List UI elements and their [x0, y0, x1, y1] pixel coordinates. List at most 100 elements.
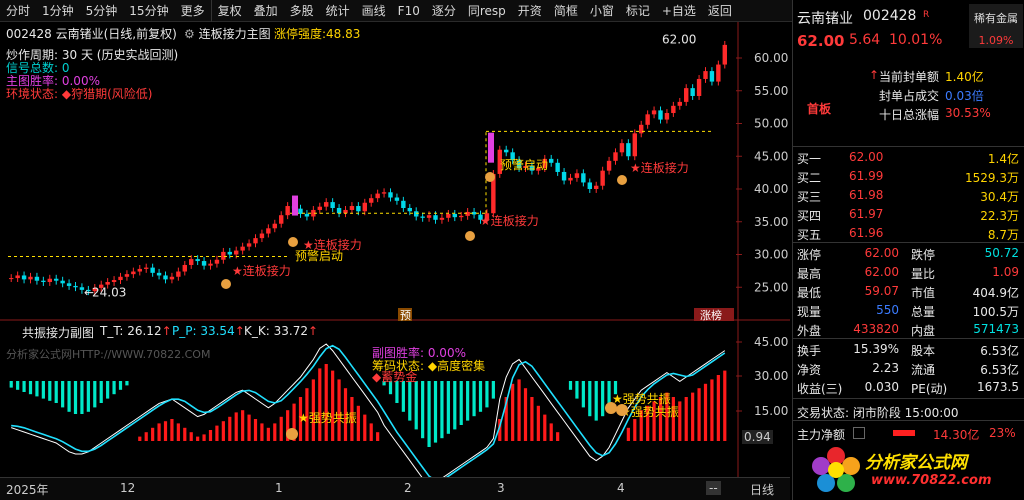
candle-body [632, 133, 637, 157]
flower-logo-icon [812, 447, 860, 492]
price-tick-label: 50.00 [754, 117, 788, 131]
candle-body [201, 261, 207, 266]
toolbar-item[interactable]: 分时 [0, 0, 36, 22]
sub-scale: 0.94 [742, 430, 773, 444]
candle-body [369, 198, 374, 203]
histogram-bar [151, 427, 155, 441]
bid-row[interactable]: 买二 61.99 1529.3万 [793, 167, 1024, 186]
histogram-bar [575, 381, 579, 399]
histogram-bar [215, 425, 219, 441]
candle-body [221, 251, 226, 260]
stat-label: 收益(三) [797, 382, 843, 396]
candle-body [317, 206, 322, 210]
stat2-row: 收益(三) 0.030 PE(动) 1673.5 [793, 378, 1024, 397]
flow-icon[interactable] [853, 427, 865, 439]
toolbar-item[interactable]: 5分钟 [80, 0, 124, 22]
histogram-bar [511, 383, 515, 441]
histogram-bar [356, 405, 360, 441]
candle-body [54, 278, 59, 281]
date-label: 3 [497, 481, 505, 495]
candle-body [105, 282, 110, 285]
candle-body [227, 251, 232, 255]
candle-body [336, 207, 342, 214]
main-flow-row: 主力净额 14.30亿 23% [793, 424, 1024, 443]
bid-price: 61.99 [849, 169, 884, 183]
price-tick-label: 40.00 [754, 182, 788, 196]
toolbar-item[interactable]: 叠加 [248, 0, 284, 22]
histogram-bar [401, 381, 405, 412]
stock-code: 002428 [863, 8, 917, 24]
toolbar-item[interactable]: 15分钟 [123, 0, 174, 22]
signal-annotation: 预警启动 [500, 157, 548, 172]
histogram-bar [80, 381, 84, 414]
period-selector[interactable]: 日线 [750, 481, 774, 498]
candle-body [684, 88, 689, 102]
candle-body [581, 173, 586, 183]
candle-body [189, 259, 194, 265]
gold-state: ◆蓄势金 [372, 370, 418, 384]
stat-value: 15.39% [853, 342, 899, 356]
histogram-bar [189, 432, 193, 441]
histogram-bar [536, 405, 540, 441]
candle-body [169, 276, 175, 280]
bid-volume: 8.7万 [987, 228, 1019, 242]
stat2-row: 净资 2.23 流通 6.53亿 [793, 359, 1024, 378]
toolbar-item[interactable]: 复权 [210, 0, 248, 22]
bid-row[interactable]: 买四 61.97 22.3万 [793, 205, 1024, 224]
toolbar-item[interactable]: F10 [392, 0, 426, 22]
tt-readout: T_T: 26.12↑ [100, 324, 172, 338]
bid-row[interactable]: 买三 61.98 30.4万 [793, 186, 1024, 205]
histogram-bar [369, 423, 373, 441]
sub-chart-title[interactable]: 共振接力副图 [22, 324, 94, 341]
toolbar-item[interactable]: 小窗 [584, 0, 620, 22]
histogram-bar [633, 419, 637, 441]
toolbar-item[interactable]: 统计 [320, 0, 356, 22]
date-axis[interactable]: 2025年 12 1 2 3 4 -- 日线 [0, 477, 790, 500]
site-logo: 分析家公式网 www.70822.com [807, 444, 1023, 498]
toolbar-item[interactable]: 返回 [702, 0, 738, 22]
histogram-bar [273, 423, 277, 441]
chart-area[interactable]: 60.00 55.00 50.00 45.00 40.00 35.00 30.00 25.00… [0, 22, 790, 477]
scroll-more-button[interactable]: -- [706, 481, 721, 495]
stat-row: 涨停 62.00 跌停 50.72 [793, 244, 1024, 263]
indicator-name[interactable]: ⚙ 连板接力主图 [184, 25, 271, 42]
toolbar-item[interactable]: 开资 [512, 0, 548, 22]
candle-body [272, 223, 277, 229]
histogram-bar [41, 381, 45, 399]
trade-state-text: 交易状态: 闭市阶段 15:00:00 [797, 406, 959, 420]
candle-body [47, 278, 52, 283]
histogram-bar [266, 427, 270, 441]
stat-value: 1.09 [992, 265, 1019, 279]
toolbar-item[interactable]: 逐分 [426, 0, 462, 22]
histogram-bar [684, 397, 688, 441]
candle-body [606, 160, 612, 171]
bid-price: 61.97 [849, 207, 884, 221]
histogram-bar [241, 410, 245, 441]
toolbar-item[interactable]: 同resp [462, 0, 512, 22]
toolbar-item[interactable]: 画线 [356, 0, 392, 22]
toolbar-item[interactable]: 1分钟 [36, 0, 80, 22]
bid-volume: 30.4万 [980, 190, 1019, 204]
bid-row[interactable]: 买一 62.00 1.4亿 [793, 148, 1024, 167]
price-tick-label: 35.00 [754, 215, 788, 229]
histogram-bar [324, 364, 328, 441]
stat-label: 净资 [797, 363, 822, 377]
bid-row[interactable]: 买五 61.96 8.7万 [793, 224, 1024, 243]
histogram-bar [331, 370, 335, 441]
candle-body [66, 283, 72, 286]
histogram-bar [9, 381, 13, 388]
stat-value: 100.5万 [972, 305, 1019, 319]
gear-icon[interactable]: ⚙ [184, 27, 199, 41]
candle-body [73, 285, 78, 288]
toolbar-item[interactable]: 简框 [548, 0, 584, 22]
toolbar-item[interactable]: 更多 [175, 0, 211, 22]
toolbar-item[interactable]: 多股 [284, 0, 320, 22]
toolbar-item[interactable]: +自选 [656, 0, 702, 22]
candle-body [137, 268, 142, 272]
candle-body [375, 193, 380, 199]
histogram-bar [440, 381, 444, 439]
toolbar-item[interactable]: 标记 [620, 0, 656, 22]
candle-body [182, 264, 187, 272]
price-tick-label: 45.00 [754, 149, 788, 163]
histogram-bar [138, 436, 142, 441]
